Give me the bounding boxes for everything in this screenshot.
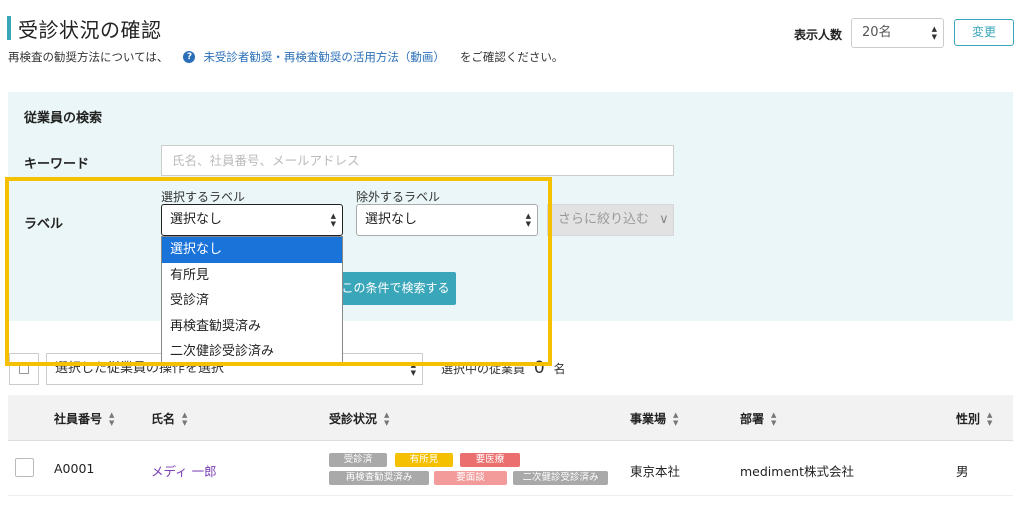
cell-department: mediment株式会社 [740, 464, 854, 479]
column-header-label: 受診状況 [329, 412, 378, 426]
include-label-select[interactable]: 選択なし ▲ ▼ [161, 204, 343, 236]
status-tag: 再検査勧奨済み [329, 471, 429, 485]
display-count-select[interactable]: 20名 ▲ ▼ [851, 18, 944, 48]
include-label-value: 選択なし [170, 212, 223, 227]
dropdown-option[interactable]: 選択なし [162, 237, 342, 263]
help-video-link[interactable]: 未受診者勧奨・再検査勧奨の活用方法（動画） [203, 49, 445, 65]
question-icon: ? [183, 51, 196, 63]
checkbox-box [19, 364, 29, 374]
title-accent-bar [7, 16, 11, 40]
select-arrows-icon: ▲ ▼ [525, 212, 531, 228]
column-header-name[interactable]: 氏名 ▲ ▼ [151, 410, 187, 427]
selected-count-number: 0 [533, 358, 545, 378]
status-tag: 受診済 [329, 453, 387, 467]
dropdown-option[interactable]: 二次健診受診済み [162, 339, 342, 365]
status-tag: 要医療 [460, 453, 520, 467]
dropdown-option[interactable]: 再検査勧奨済み [162, 314, 342, 340]
page-title: 受診状況の確認 [18, 18, 162, 42]
column-header-office[interactable]: 事業場 ▲ ▼ [630, 410, 678, 427]
select-arrows-icon: ▲ ▼ [330, 212, 336, 228]
exclude-label-value: 選択なし [365, 212, 418, 227]
status-tag: 二次健診受診済み [513, 471, 608, 485]
column-header-label: 事業場 [630, 412, 667, 426]
sort-icon: ▲ ▼ [109, 410, 115, 427]
help-note-suffix: をご確認ください。 [459, 50, 564, 64]
employee-name-link[interactable]: メディ 一郎 [151, 461, 217, 480]
table-header: 社員番号 ▲ ▼ 氏名 ▲ ▼ 受診状況 ▲ ▼ 事業場 ▲ ▼ 部署 ▲ ▼ 性別 ▲ ▼ [8, 395, 1013, 441]
include-label-caption: 選択するラベル [161, 190, 246, 204]
selected-count-prefix: 選択中の従業員 [441, 362, 526, 376]
display-count-value: 20名 [862, 25, 892, 40]
column-header-label: 性別 [956, 412, 981, 426]
cell-employee-no: A0001 [54, 461, 95, 476]
search-panel-title: 従業員の検索 [24, 111, 103, 126]
help-note-prefix: 再検査の勧奨方法については、 [8, 50, 169, 64]
column-header-label: 氏名 [151, 412, 176, 426]
column-header-gender[interactable]: 性別 ▲ ▼ [956, 410, 992, 427]
narrow-down-button[interactable]: さらに絞り込む ∨ [547, 204, 674, 236]
column-header-label: 社員番号 [54, 412, 103, 426]
status-tag: 有所見 [395, 453, 453, 467]
include-label-dropdown: 選択なし 有所見 受診済 再検査勧奨済み 二次健診受診済み [161, 236, 343, 364]
select-arrows-icon: ▲ ▼ [931, 25, 937, 41]
cell-office: 東京本社 [630, 464, 681, 479]
label-filter-label: ラベル [24, 217, 64, 232]
search-button[interactable]: この条件で検索する [335, 272, 456, 305]
column-header-department[interactable]: 部署 ▲ ▼ [740, 410, 776, 427]
keyword-label: キーワード [24, 157, 90, 172]
cell-gender: 男 [956, 464, 969, 479]
column-header-label: 部署 [740, 412, 765, 426]
exclude-label-select[interactable]: 選択なし ▲ ▼ [356, 204, 538, 236]
sort-icon: ▲ ▼ [771, 410, 777, 427]
sort-icon: ▲ ▼ [384, 410, 390, 427]
sort-icon: ▲ ▼ [673, 410, 679, 427]
sort-icon: ▲ ▼ [987, 410, 993, 427]
dropdown-option[interactable]: 有所見 [162, 263, 342, 289]
change-button[interactable]: 変更 [954, 19, 1014, 46]
selected-count: 選択中の従業員 0 名 [441, 358, 566, 378]
chevron-down-icon: ∨ [659, 212, 669, 227]
table-row: A0001 メディ 一郎 受診済 有所見 要医療 再検査勧奨済み 要面談 二次健… [8, 441, 1013, 496]
select-all-checkbox[interactable] [9, 353, 39, 385]
display-count-label: 表示人数 [794, 28, 843, 42]
status-tag: 要面談 [434, 471, 507, 485]
keyword-input[interactable]: 氏名、社員番号、メールアドレス [161, 145, 674, 176]
selected-count-suffix: 名 [553, 362, 566, 376]
sort-icon: ▲ ▼ [182, 410, 188, 427]
dropdown-option[interactable]: 受診済 [162, 288, 342, 314]
column-header-status[interactable]: 受診状況 ▲ ▼ [329, 410, 389, 427]
column-header-employee-no[interactable]: 社員番号 ▲ ▼ [54, 410, 114, 427]
narrow-down-label: さらに絞り込む [558, 212, 650, 227]
exclude-label-caption: 除外するラベル [356, 190, 441, 204]
row-checkbox[interactable] [15, 458, 34, 477]
help-note: 再検査の勧奨方法については、 ? 未受診者勧奨・再検査勧奨の活用方法（動画） を… [8, 49, 563, 65]
select-arrows-icon: ▲ ▼ [410, 361, 416, 377]
